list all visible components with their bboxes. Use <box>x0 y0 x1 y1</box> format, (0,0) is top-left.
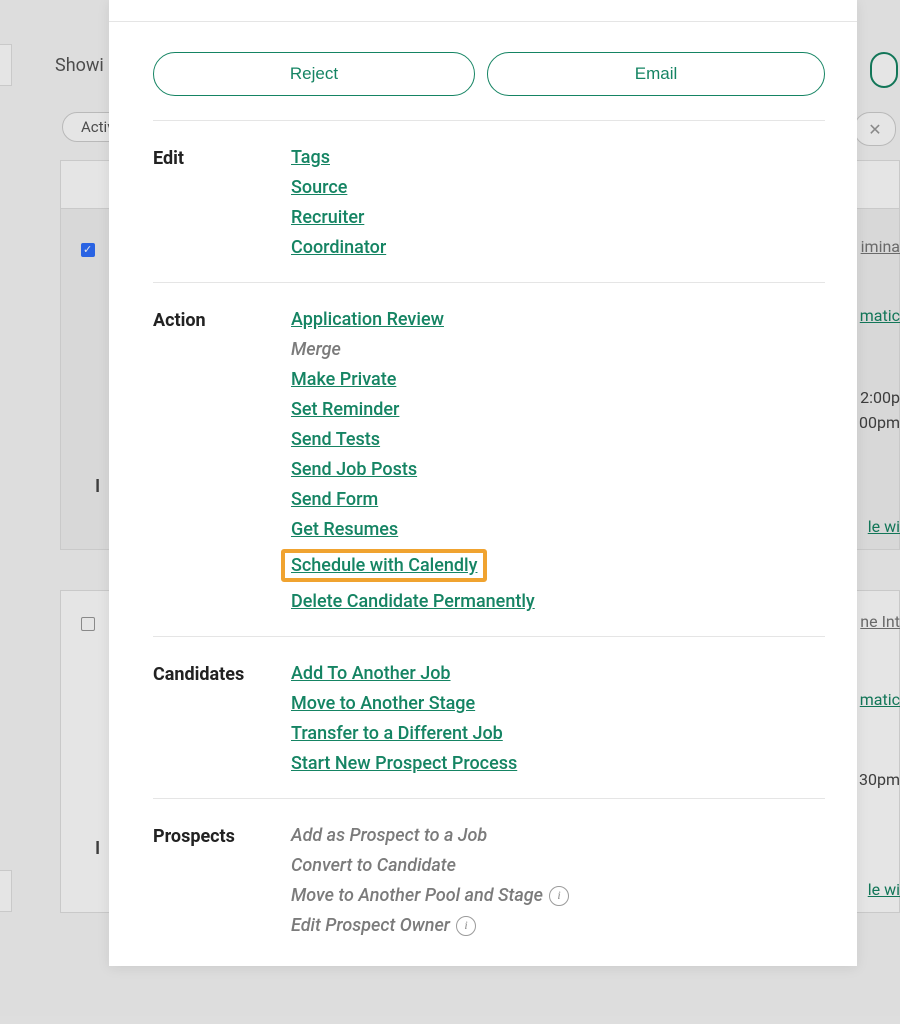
start-new-prospect-process-link[interactable]: Start New Prospect Process <box>291 753 517 774</box>
send-tests-link[interactable]: Send Tests <box>291 429 380 450</box>
set-reminder-link[interactable]: Set Reminder <box>291 399 399 420</box>
move-to-pool-stage-disabled: Move to Another Pool and Stage i <box>291 885 569 906</box>
add-to-another-job-link[interactable]: Add To Another Job <box>291 663 451 684</box>
application-review-link[interactable]: Application Review <box>291 309 444 330</box>
edit-section: Edit Tags Source Recruiter Coordinator <box>153 120 825 282</box>
edit-source-link[interactable]: Source <box>291 177 347 198</box>
send-job-posts-link[interactable]: Send Job Posts <box>291 459 417 480</box>
modal-divider <box>109 0 857 22</box>
edit-recruiter-link[interactable]: Recruiter <box>291 207 364 228</box>
edit-tags-link[interactable]: Tags <box>291 147 330 168</box>
convert-to-candidate-disabled: Convert to Candidate <box>291 855 456 876</box>
move-to-another-stage-link[interactable]: Move to Another Stage <box>291 693 475 714</box>
action-section-title: Action <box>153 309 283 612</box>
prospects-section-title: Prospects <box>153 825 283 936</box>
send-form-link[interactable]: Send Form <box>291 489 378 510</box>
edit-section-list: Tags Source Recruiter Coordinator <box>291 147 825 258</box>
delete-candidate-link[interactable]: Delete Candidate Permanently <box>291 591 535 612</box>
schedule-calendly-highlight: Schedule with Calendly <box>281 549 487 582</box>
prospects-section-list: Add as Prospect to a Job Convert to Cand… <box>291 825 825 936</box>
modal-button-row: Reject Email <box>153 22 825 120</box>
candidates-section-list: Add To Another Job Move to Another Stage… <box>291 663 825 774</box>
email-button[interactable]: Email <box>487 52 825 96</box>
info-icon[interactable]: i <box>456 916 476 936</box>
get-resumes-link[interactable]: Get Resumes <box>291 519 398 540</box>
edit-section-title: Edit <box>153 147 283 258</box>
bulk-action-modal: Reject Email Edit Tags Source Recruiter … <box>109 0 857 966</box>
edit-prospect-owner-label: Edit Prospect Owner <box>291 915 450 936</box>
action-section: Action Application Review Merge Make Pri… <box>153 282 825 636</box>
transfer-to-different-job-link[interactable]: Transfer to a Different Job <box>291 723 503 744</box>
make-private-link[interactable]: Make Private <box>291 369 396 390</box>
edit-coordinator-link[interactable]: Coordinator <box>291 237 386 258</box>
candidates-section-title: Candidates <box>153 663 283 774</box>
edit-prospect-owner-disabled: Edit Prospect Owner i <box>291 915 476 936</box>
candidates-section: Candidates Add To Another Job Move to An… <box>153 636 825 798</box>
prospects-section: Prospects Add as Prospect to a Job Conve… <box>153 798 825 960</box>
add-as-prospect-disabled: Add as Prospect to a Job <box>291 825 487 846</box>
modal-scroll-area[interactable]: Reject Email Edit Tags Source Recruiter … <box>109 22 857 966</box>
info-icon[interactable]: i <box>549 886 569 906</box>
reject-button[interactable]: Reject <box>153 52 475 96</box>
move-to-pool-stage-label: Move to Another Pool and Stage <box>291 885 543 906</box>
schedule-calendly-link[interactable]: Schedule with Calendly <box>291 555 477 576</box>
action-section-list: Application Review Merge Make Private Se… <box>291 309 825 612</box>
merge-link-disabled: Merge <box>291 339 341 360</box>
